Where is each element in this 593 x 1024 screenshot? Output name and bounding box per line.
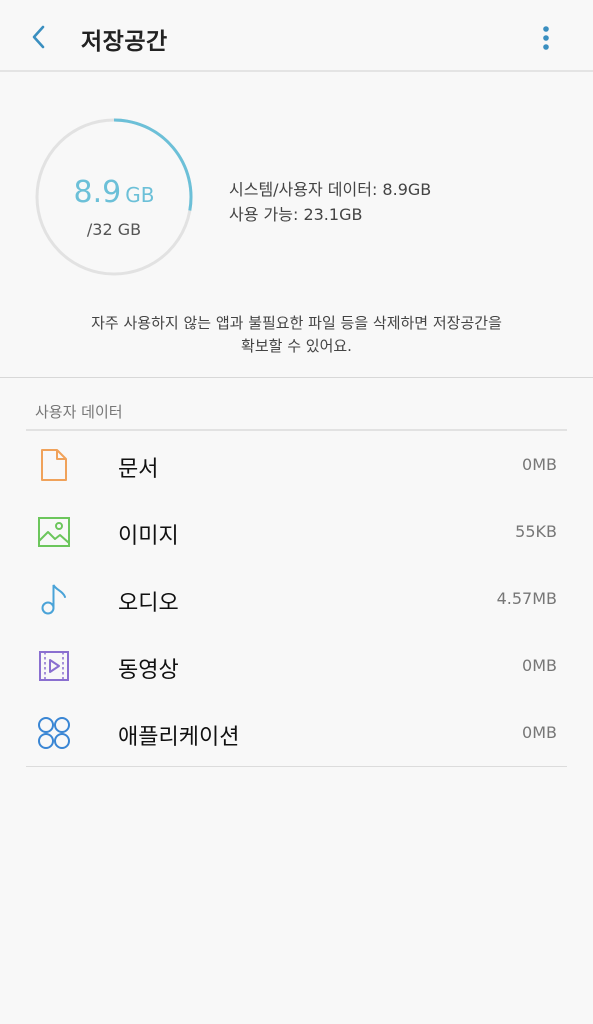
used-unit: GB [125, 183, 155, 207]
tip-line-1: 자주 사용하지 않는 앱과 불필요한 파일 등을 삭제하면 저장공간을 [91, 314, 502, 332]
list-divider [26, 766, 567, 767]
storage-summary: 8.9 GB /32 GB 시스템/사용자 데이터: 8.9GB 사용 가능: 2… [0, 72, 593, 378]
list-item-audio[interactable]: 오디오 4.57MB [26, 565, 567, 632]
section-header-user-data: 사용자 데이터 [35, 403, 123, 421]
available-storage-text: 사용 가능: 23.1GB [229, 205, 363, 224]
total-storage: /32 GB [86, 220, 142, 239]
system-user-data-text: 시스템/사용자 데이터: 8.9GB [229, 180, 432, 199]
app-bar: 저장공간 [0, 0, 593, 72]
item-size: 0MB [522, 723, 557, 742]
more-vert-icon [543, 26, 549, 50]
item-size: 55KB [515, 522, 557, 541]
item-size: 4.57MB [496, 589, 557, 608]
storage-tip-text: 자주 사용하지 않는 앱과 불필요한 파일 등을 삭제하면 저장공간을 확보할 … [30, 312, 563, 358]
used-number: 8.9 [73, 175, 122, 210]
used-storage-value: 8.9 GB [34, 176, 194, 212]
chevron-left-icon [32, 25, 45, 49]
music-note-icon [36, 581, 72, 617]
item-label: 오디오 [118, 591, 179, 616]
back-button[interactable] [22, 20, 56, 54]
item-label: 동영상 [118, 658, 179, 683]
list-item-videos[interactable]: 동영상 0MB [26, 632, 567, 699]
divider [0, 377, 593, 378]
list-item-documents[interactable]: 문서 0MB [26, 431, 567, 498]
item-label: 애플리케이션 [118, 725, 240, 750]
apps-icon [36, 715, 72, 751]
tip-line-2: 확보할 수 있어요. [241, 337, 352, 355]
user-data-list: 문서 0MB 이미지 55KB 오디오 4.57MB 동영상 0MB 애플리케이… [26, 431, 567, 766]
list-item-applications[interactable]: 애플리케이션 0MB [26, 699, 567, 766]
video-icon [36, 648, 72, 684]
image-icon [36, 514, 72, 550]
item-size: 0MB [522, 455, 557, 474]
list-item-images[interactable]: 이미지 55KB [26, 498, 567, 565]
item-label: 문서 [118, 457, 159, 482]
more-options-button[interactable] [530, 20, 562, 56]
item-label: 이미지 [118, 524, 179, 549]
page-title: 저장공간 [81, 29, 168, 55]
item-size: 0MB [522, 656, 557, 675]
document-icon [36, 447, 72, 483]
